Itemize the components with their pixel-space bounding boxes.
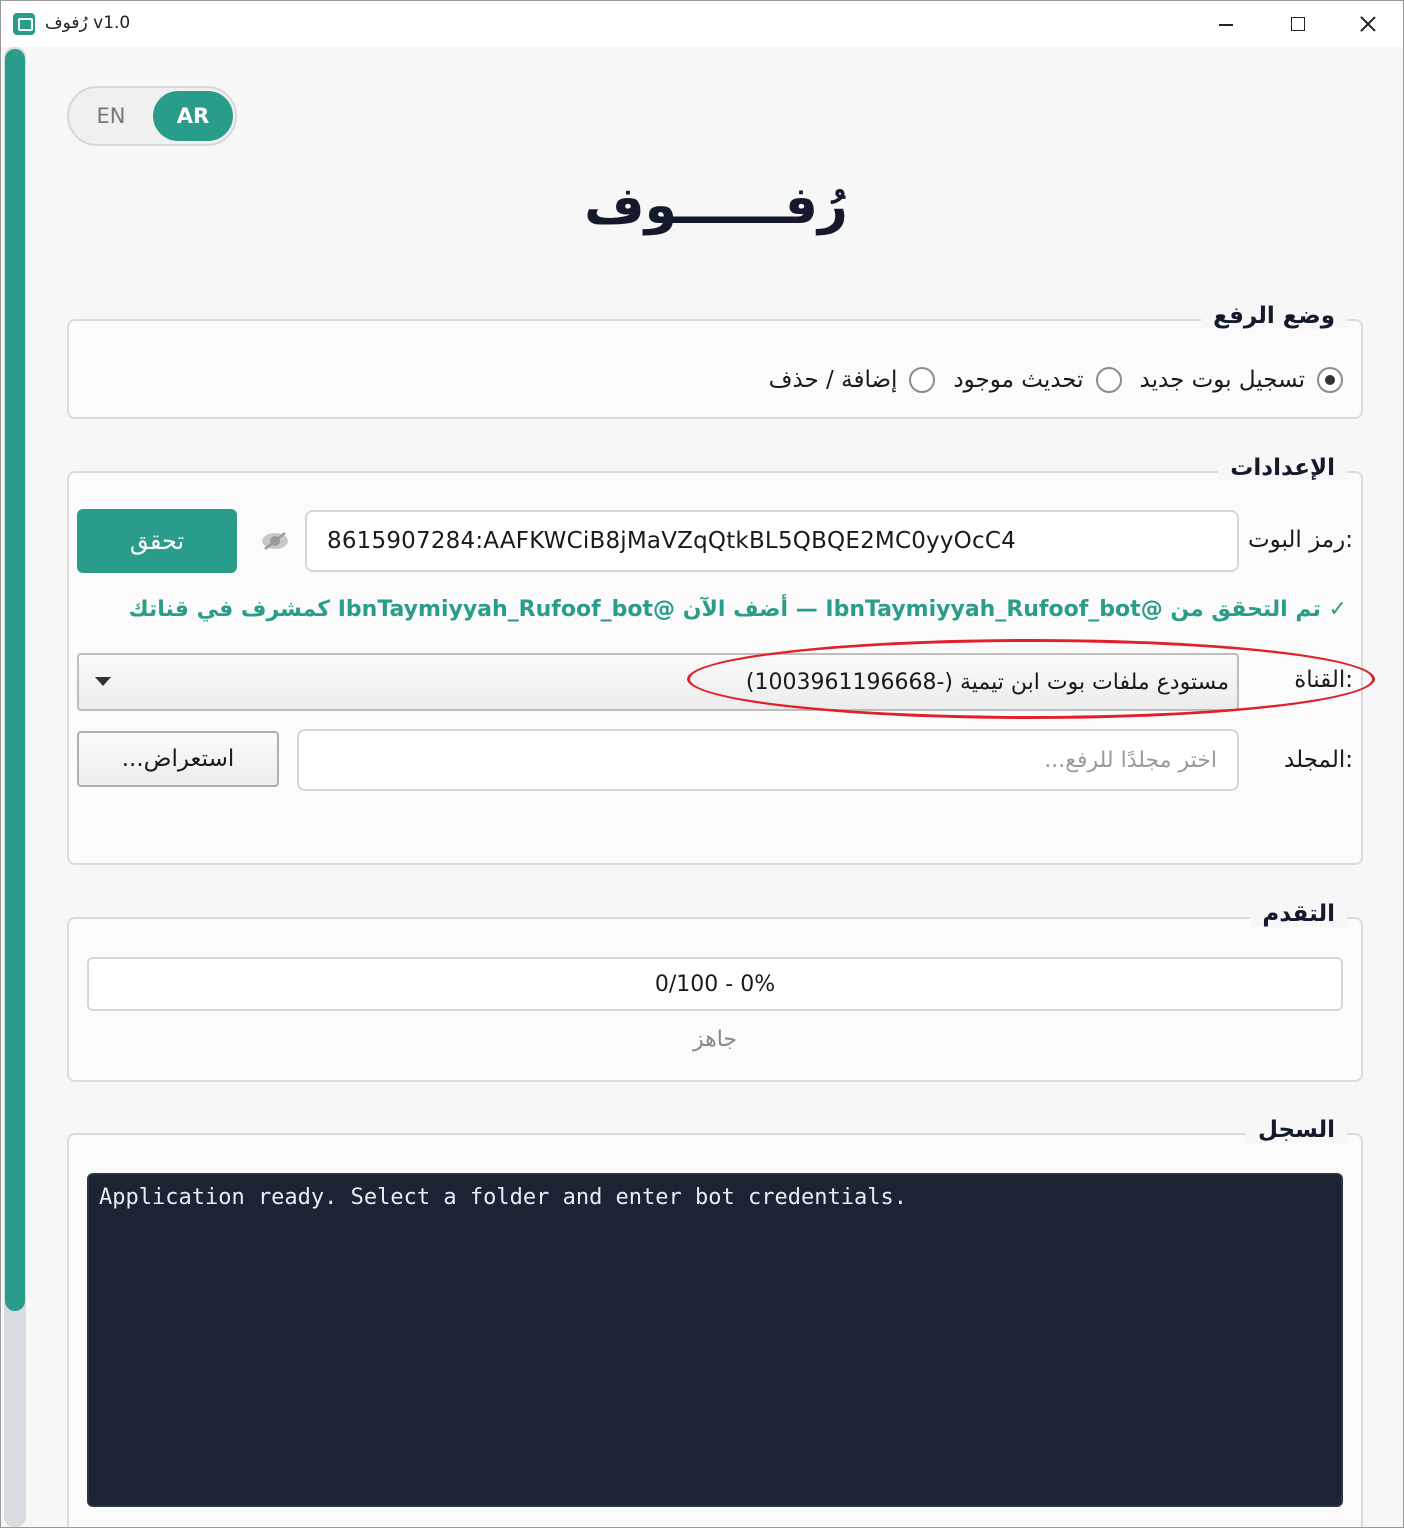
- log-group: السجل Application ready. Select a folder…: [67, 1117, 1363, 1527]
- scrollbar-thumb[interactable]: [5, 49, 25, 1311]
- folder-placeholder: اختر مجلدًا للرفع...: [1044, 747, 1217, 773]
- radio-label: إضافة / حذف: [768, 367, 898, 393]
- progress-group: التقدم 0/100 - 0% جاهز: [67, 901, 1363, 1082]
- language-option-en[interactable]: EN: [69, 88, 153, 144]
- window-title: رُفوف v1.0: [45, 13, 131, 33]
- log-title: السجل: [1245, 1117, 1347, 1143]
- progress-text: 0/100 - 0%: [654, 971, 776, 997]
- radio-add-delete[interactable]: إضافة / حذف: [769, 367, 936, 393]
- upload-mode-group: وضع الرفع تسجيل بوت جديد تحديث موجود إضا…: [67, 303, 1363, 419]
- close-icon: [1360, 16, 1376, 32]
- verification-status: ✓ تم التحقق من @IbnTaymiyyah_Rufoof_bot …: [128, 597, 1347, 622]
- radio-update-existing[interactable]: تحديث موجود: [953, 367, 1122, 393]
- settings-group: الإعدادات رمز البوت: 8615907284:AAFKWCiB…: [67, 455, 1363, 865]
- radio-new-bot[interactable]: تسجيل بوت جديد: [1140, 367, 1343, 393]
- status-text: جاهز: [692, 1027, 738, 1052]
- close-button[interactable]: [1333, 1, 1403, 47]
- app-window: رُفوف v1.0 EN AR رُفــــــوف وضع الرفع ت…: [0, 0, 1404, 1528]
- channel-label: القناة:: [1294, 667, 1353, 693]
- radio-button-checked[interactable]: [1317, 367, 1343, 393]
- radio-label: تسجيل بوت جديد: [1139, 367, 1305, 393]
- language-option-ar[interactable]: AR: [153, 91, 233, 141]
- eye-slash-icon[interactable]: [260, 531, 290, 551]
- folder-path-field[interactable]: اختر مجلدًا للرفع...: [297, 729, 1239, 791]
- chevron-down-icon: [95, 677, 111, 686]
- radio-button[interactable]: [909, 367, 936, 393]
- radio-label: تحديث موجود: [953, 367, 1084, 393]
- folder-label: المجلد:: [1284, 747, 1353, 773]
- maximize-icon: [1291, 17, 1305, 31]
- language-toggle[interactable]: EN AR: [67, 86, 237, 146]
- settings-title: الإعدادات: [1218, 455, 1347, 481]
- channel-dropdown[interactable]: مستودع ملفات بوت ابن تيمية (-10039611966…: [77, 653, 1239, 711]
- bot-token-field[interactable]: 8615907284:AAFKWCiB8jMaVZqQtkBL5QBQE2MC0…: [305, 510, 1239, 572]
- upload-mode-options: تسجيل بوت جديد تحديث موجود إضافة / حذف: [769, 363, 1343, 397]
- app-icon: [13, 13, 35, 35]
- bot-token-label: رمز البوت:: [1247, 527, 1353, 553]
- progress-title: التقدم: [1250, 901, 1347, 927]
- title-bar: رُفوف v1.0: [1, 1, 1403, 47]
- verify-button[interactable]: تحقق: [77, 509, 237, 573]
- radio-button[interactable]: [1095, 367, 1122, 393]
- browse-button[interactable]: استعراض...: [77, 731, 279, 787]
- progress-bar: 0/100 - 0%: [87, 957, 1343, 1011]
- minimize-icon: [1219, 24, 1233, 26]
- channel-selected-value: مستودع ملفات بوت ابن تيمية (-10039611966…: [745, 669, 1229, 695]
- upload-mode-title: وضع الرفع: [1201, 303, 1347, 329]
- maximize-button[interactable]: [1263, 1, 1333, 47]
- page-title: رُفــــــوف: [584, 176, 848, 236]
- minimize-button[interactable]: [1191, 1, 1261, 47]
- log-output[interactable]: Application ready. Select a folder and e…: [87, 1173, 1343, 1507]
